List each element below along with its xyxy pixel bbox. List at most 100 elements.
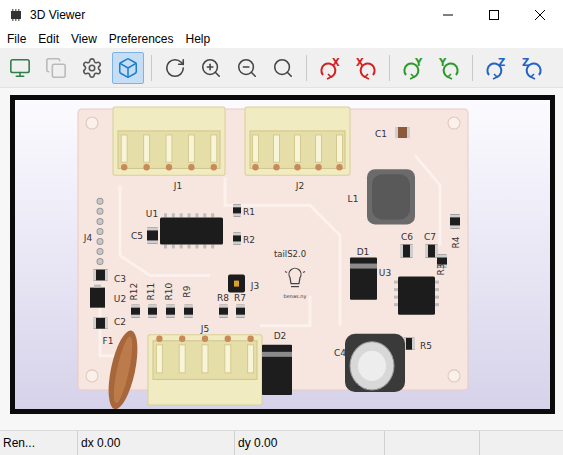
rotate-axis-icon: X <box>353 56 379 80</box>
title-bar: 3D Viewer <box>0 0 563 30</box>
silkscreen-label: J4 <box>83 233 93 243</box>
window-title: 3D Viewer <box>24 8 425 22</box>
rotate-axis-icon: X <box>317 56 343 80</box>
silkscreen-label: R8 <box>217 293 229 303</box>
rotate-axis-icon: Y <box>400 56 426 80</box>
silkscreen-label: C6 <box>401 232 413 242</box>
svg-text:Y: Y <box>438 57 447 68</box>
maximize-button[interactable] <box>471 0 517 30</box>
board-view[interactable]: J1J2C1L1U1R1C5J4R2D1C6C7R4R3U3J3C3U2R12R… <box>15 100 550 409</box>
copy-icon <box>45 57 67 79</box>
menu-bar: FileEditViewPreferencesHelp <box>0 30 563 48</box>
viewer-window: 3D Viewer FileEditViewPreferencesHelp X X Y Y… <box>0 0 563 455</box>
status-cell: Ren... <box>0 431 78 455</box>
menu-item[interactable]: Edit <box>32 30 65 48</box>
toolbar-button[interactable] <box>159 52 191 84</box>
toolbar-separator <box>389 55 390 81</box>
resistor <box>131 305 140 318</box>
capacitor-c5 <box>147 227 158 243</box>
svg-text:Z: Z <box>522 57 529 68</box>
toolbar-button[interactable] <box>112 52 144 84</box>
silkscreen-label: F1 <box>103 336 114 346</box>
menu-item[interactable]: View <box>65 30 103 48</box>
chip-icon <box>8 7 24 23</box>
toolbar-button[interactable]: Y <box>433 52 465 84</box>
toolbar-button[interactable]: Z <box>516 52 548 84</box>
toolbar-button[interactable]: Y <box>397 52 429 84</box>
silkscreen-label: L1 <box>348 194 359 204</box>
rotate-axis-icon: Z <box>519 56 545 80</box>
resistor-r2 <box>233 232 241 244</box>
viewport: J1J2C1L1U1R1C5J4R2D1C6C7R4R3U3J3C3U2R12R… <box>0 88 563 430</box>
resistor <box>236 305 245 318</box>
resistor-r4 <box>450 214 460 228</box>
close-button[interactable] <box>517 0 563 30</box>
toolbar-button[interactable] <box>195 52 227 84</box>
box-icon <box>117 57 139 79</box>
silkscreen-label: C3 <box>114 274 126 284</box>
silkscreen-label: J3 <box>250 281 259 291</box>
toolbar-button[interactable]: X <box>314 52 346 84</box>
svg-text:Z: Z <box>498 57 505 68</box>
silkscreen-label: C4 <box>334 348 346 358</box>
svg-text:Y: Y <box>414 57 423 68</box>
rotate-axis-icon: Z <box>483 56 509 80</box>
logo-icon <box>285 268 305 286</box>
toolbar-button[interactable] <box>76 52 108 84</box>
toolbar-button[interactable]: X <box>350 52 382 84</box>
silkscreen-label: R11 <box>146 283 156 301</box>
board-title: tailS2.0 <box>274 249 306 259</box>
silkscreen-label: R7 <box>234 293 246 303</box>
capacitor-c3 <box>93 270 108 281</box>
maximize-icon <box>489 10 499 20</box>
zoom-out-icon <box>236 57 258 79</box>
toolbar-separator <box>151 55 152 81</box>
silkscreen-label: R5 <box>420 341 432 351</box>
connector-j1 <box>113 107 225 175</box>
chip-u1 <box>160 213 223 248</box>
svg-text:X: X <box>332 57 340 68</box>
menu-item[interactable]: Help <box>180 30 217 48</box>
minimize-icon <box>443 10 453 20</box>
resistor <box>166 305 175 318</box>
capacitor-c1 <box>395 127 410 138</box>
silkscreen-label: J1 <box>173 181 182 191</box>
capacitor-c4 <box>345 334 405 392</box>
resistor <box>219 305 228 318</box>
toolbar-button[interactable] <box>4 52 36 84</box>
connector-j2 <box>245 107 350 175</box>
toolbar: XXYYZZ <box>0 48 563 88</box>
capacitor-c6 <box>400 244 413 257</box>
status-cell <box>385 431 480 455</box>
capacitor-c7 <box>425 244 438 257</box>
app-icon <box>8 7 24 23</box>
status-cell: dx 0.00 <box>78 431 235 455</box>
toolbar-button[interactable] <box>267 52 299 84</box>
rotate-icon <box>164 57 186 79</box>
connector-j5 <box>148 335 262 405</box>
silkscreen-label: R12 <box>129 283 139 301</box>
3d-canvas[interactable]: J1J2C1L1U1R1C5J4R2D1C6C7R4R3U3J3C3U2R12R… <box>10 95 555 414</box>
toolbar-button[interactable] <box>40 52 72 84</box>
sensor-j3 <box>228 275 245 293</box>
silkscreen-label: C7 <box>424 232 436 242</box>
toolbar-separator <box>306 55 307 81</box>
header-j4 <box>97 198 103 264</box>
silkscreen-label: R1 <box>243 207 255 217</box>
status-cell: dy 0.00 <box>235 431 385 455</box>
fuse-f1 <box>103 328 143 409</box>
silkscreen-label: C2 <box>114 317 126 327</box>
toolbar-button[interactable]: Z <box>480 52 512 84</box>
svg-text:X: X <box>356 57 364 68</box>
resistor-r1 <box>233 204 241 216</box>
silkscreen-label: J5 <box>200 324 209 334</box>
status-bar: Ren...dx 0.00dy 0.00 <box>0 430 563 455</box>
silkscreen-label: U3 <box>379 268 391 278</box>
menu-item[interactable]: Preferences <box>103 30 180 48</box>
silkscreen-label: R3 <box>436 264 446 276</box>
minimize-button[interactable] <box>425 0 471 30</box>
menu-item[interactable]: File <box>1 30 32 48</box>
silkscreen-label: U1 <box>146 209 158 219</box>
rotate-axis-icon: Y <box>436 56 462 80</box>
toolbar-button[interactable] <box>231 52 263 84</box>
